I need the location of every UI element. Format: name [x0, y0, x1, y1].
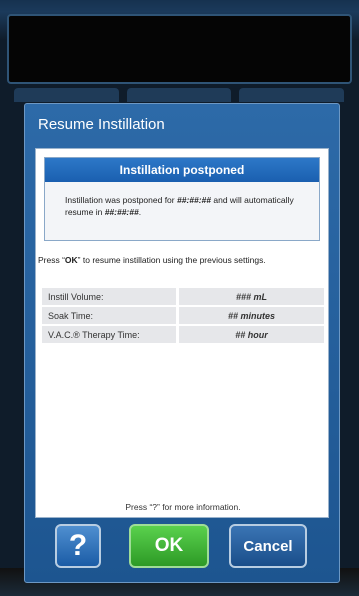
background-tab — [14, 88, 119, 102]
setting-label: V.A.C.® Therapy Time: — [42, 326, 176, 343]
setting-value: ### mL — [176, 288, 324, 305]
resume-instillation-dialog: Resume Instillation Instillation postpon… — [24, 103, 340, 583]
resume-instruction: Press “OK” to resume instillation using … — [38, 255, 324, 266]
banner-text-part: . — [138, 207, 142, 217]
resume-countdown: ##:##:## — [104, 207, 139, 217]
background-tab — [239, 88, 345, 102]
status-display — [7, 14, 352, 84]
dialog-title: Resume Instillation — [38, 116, 165, 133]
postponed-duration: ##:##:## — [176, 195, 212, 205]
banner-message: Instillation was postponed for ##:##:## … — [45, 182, 319, 218]
setting-label: Soak Time: — [42, 307, 176, 324]
instruction-text: ” to resume instillation using the previ… — [77, 255, 266, 265]
help-button[interactable]: ? — [55, 524, 101, 568]
dialog-body: Instillation postponed Instillation was … — [35, 148, 329, 518]
banner-title: Instillation postponed — [45, 158, 319, 182]
banner-text-part: Instillation was postponed for — [65, 195, 177, 205]
table-row: Soak Time: ## minutes — [42, 307, 324, 324]
instruction-key: OK — [64, 255, 78, 265]
previous-settings-table: Instill Volume: ### mL Soak Time: ## min… — [42, 286, 324, 345]
ok-button[interactable]: OK — [129, 524, 209, 568]
help-hint: Press “?” for more information. — [125, 502, 241, 512]
setting-value: ## hour — [176, 326, 324, 343]
postponed-banner: Instillation postponed Instillation was … — [44, 157, 320, 241]
instruction-text: Press “ — [38, 255, 65, 265]
setting-label: Instill Volume: — [42, 288, 176, 305]
table-row: V.A.C.® Therapy Time: ## hour — [42, 326, 324, 343]
cancel-button[interactable]: Cancel — [229, 524, 307, 568]
background-tabs — [14, 88, 345, 102]
setting-value: ## minutes — [176, 307, 324, 324]
button-row: ? OK Cancel — [25, 520, 341, 576]
table-row: Instill Volume: ### mL — [42, 288, 324, 305]
background-tab — [126, 88, 232, 102]
